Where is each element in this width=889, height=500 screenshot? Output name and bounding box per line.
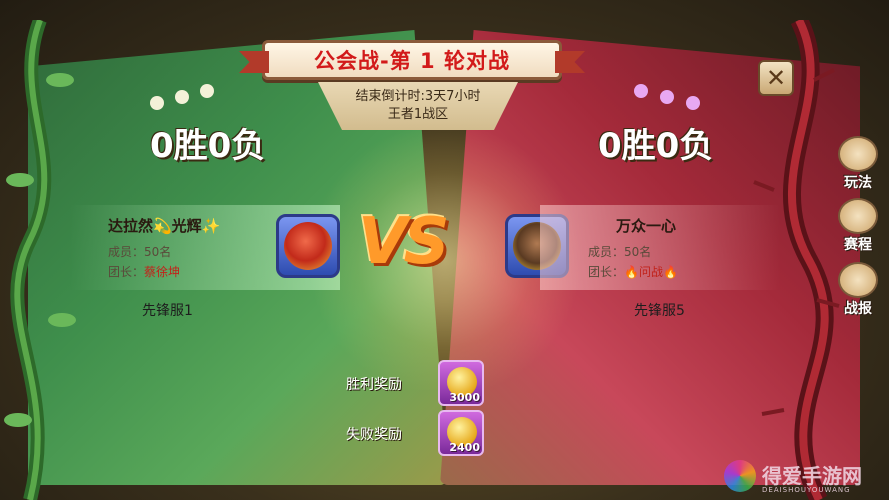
close-icon: ✕ [765,64,787,92]
right-guild-card[interactable]: 万众一心 成员：50名 团长：🔥问战🔥 [540,205,780,290]
guild-war-screen: 公会战-第 1 轮对战 结束倒计时:3天7小时 王者1战区 ✕ 0胜0负 0胜0… [0,0,889,500]
right-guild-leader-name: 🔥问战🔥 [624,265,678,279]
white-flower-lantern [150,96,164,110]
white-flower-lantern [200,84,214,98]
leader-label: 团长： [108,265,145,279]
watermark-logo-icon [724,460,756,492]
pink-flower-lantern [660,90,674,104]
rules-label: 玩法 [844,175,872,191]
rules-button[interactable]: 玩法 [836,136,880,192]
countdown-text: 结束倒计时:3天7小时 [355,89,481,104]
close-button[interactable]: ✕ [758,60,794,96]
red-demon-avatar-icon [284,222,332,270]
book-icon [838,136,878,172]
left-guild-members: 成员：50名 [108,245,172,259]
lose-reward-amount: 2400 [449,441,480,454]
win-reward-amount: 3000 [449,391,480,404]
right-guild-members: 成员：50名 [588,245,652,259]
right-guild-leader: 团长：🔥问战🔥 [588,263,678,280]
left-guild-avatar[interactable] [276,214,340,278]
vs-emblem: VS [358,205,450,279]
watermark-en-text: DEAISHOUYOUWANG [762,486,851,494]
left-guild-name: 达拉然💫光辉✨ [108,217,221,235]
right-team-score: 0胜0负 [598,126,714,166]
round-info-panel: 结束倒计时:3天7小时 王者1战区 [318,82,518,130]
round-title: 公会战-第 1 轮对战 [314,49,510,73]
win-reward-item[interactable]: 3000 [438,360,484,406]
white-flower-lantern [175,90,189,104]
lose-reward-label: 失败奖励 [346,427,402,443]
schedule-label: 赛程 [844,237,872,253]
round-title-banner: 公会战-第 1 轮对战 [239,40,585,80]
pink-flower-lantern [686,96,700,110]
watermark-text: 得爱手游网 [762,464,862,488]
battle-report-icon [838,262,878,298]
zone-text: 王者1战区 [387,107,449,122]
win-reward-label: 胜利奖励 [346,377,402,393]
lose-reward-item[interactable]: 2400 [438,410,484,456]
schedule-button[interactable]: 赛程 [836,198,880,254]
battle-report-button[interactable]: 战报 [836,262,880,318]
left-guild-leader-name: 蔡徐坤 [144,265,181,279]
flame-icon [838,198,878,234]
leader-label: 团长： [588,265,625,279]
left-guild-leader: 团长：蔡徐坤 [108,263,180,280]
battle-report-label: 战报 [844,301,872,317]
site-watermark: 得爱手游网 DEAISHOUYOUWANG [718,456,888,500]
left-guild-server: 先锋服1 [142,303,193,319]
right-guild-server: 先锋服5 [634,303,685,319]
right-guild-name: 万众一心 [616,217,677,235]
pink-flower-lantern [634,84,648,98]
left-team-score: 0胜0负 [150,126,266,166]
